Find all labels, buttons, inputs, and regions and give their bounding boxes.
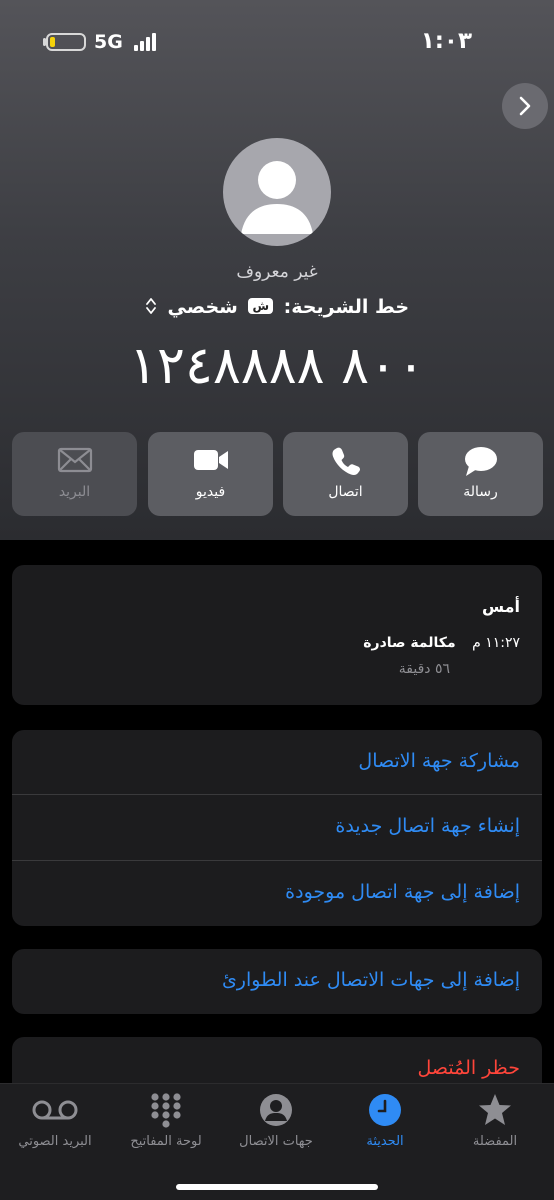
- tab-voicemail[interactable]: البريد الصوتي: [0, 1084, 110, 1164]
- message-button[interactable]: رسالة: [418, 432, 543, 516]
- recent-call-time: ١١:٢٧ م: [472, 635, 520, 651]
- message-label: رسالة: [463, 484, 498, 500]
- share-contact-item[interactable]: مشاركة جهة الاتصال: [12, 730, 542, 795]
- create-new-contact-label: إنشاء جهة اتصال جديدة: [335, 815, 520, 837]
- mail-label: البريد: [58, 484, 91, 500]
- emergency-contacts-card: إضافة إلى جهات الاتصال عند الطوارئ: [12, 949, 542, 1014]
- status-time: ١:٠٣: [420, 28, 472, 54]
- battery-icon: [46, 33, 86, 51]
- recent-call-duration: ٥٦ دقيقة: [398, 661, 450, 677]
- recent-call-line: ١١:٢٧ م مكالمة صادرة: [363, 635, 520, 651]
- tab-contacts-label: جهات الاتصال: [239, 1134, 313, 1149]
- tab-voicemail-label: البريد الصوتي: [18, 1134, 92, 1149]
- keypad-icon: [111, 1092, 221, 1128]
- person-circle-icon: [221, 1092, 331, 1128]
- add-to-existing-contact-item[interactable]: إضافة إلى جهة اتصال موجودة: [12, 861, 542, 926]
- contact-header: ١:٠٣ 5G غير معروف خط الشريحة: ش شخصي ٨٠٠…: [0, 0, 554, 540]
- home-indicator: [176, 1184, 378, 1190]
- battery-level: [50, 37, 55, 47]
- chevron-right-icon: [519, 96, 531, 116]
- chevron-up-down-icon: [145, 296, 157, 321]
- recent-calls-card: أمس ١١:٢٧ م مكالمة صادرة ٥٦ دقيقة: [12, 565, 542, 705]
- share-contact-label: مشاركة جهة الاتصال: [358, 750, 520, 772]
- voicemail-icon: [0, 1092, 110, 1128]
- status-bar: ١:٠٣ 5G: [0, 0, 554, 80]
- add-to-emergency-contacts-item[interactable]: إضافة إلى جهات الاتصال عند الطوارئ: [12, 949, 542, 1014]
- block-caller-label: حظر المُتصل: [417, 1057, 520, 1079]
- clock-icon: [330, 1092, 440, 1128]
- create-new-contact-item[interactable]: إنشاء جهة اتصال جديدة: [12, 795, 542, 860]
- sim-selector[interactable]: خط الشريحة: ش شخصي: [0, 296, 554, 321]
- recent-call-type: مكالمة صادرة: [363, 635, 456, 651]
- recent-day: أمس: [481, 597, 520, 616]
- tab-contacts[interactable]: جهات الاتصال: [221, 1084, 331, 1164]
- add-to-emergency-contacts-label: إضافة إلى جهات الاتصال عند الطوارئ: [221, 969, 520, 991]
- signal-strength-icon: [134, 33, 160, 51]
- forward-chevron-button[interactable]: [502, 83, 548, 129]
- video-camera-icon: [148, 446, 273, 480]
- message-bubble-icon: [418, 446, 543, 480]
- contact-avatar: [223, 138, 331, 246]
- person-silhouette-icon: [241, 161, 313, 234]
- star-icon: [440, 1092, 550, 1128]
- tab-favorites-label: المفضلة: [472, 1134, 518, 1149]
- tab-keypad[interactable]: لوحة المفاتيح: [111, 1084, 221, 1164]
- tab-keypad-label: لوحة المفاتيح: [130, 1134, 202, 1149]
- tab-bar: المفضلة الحديثة جهات الاتصال لوحة المفات…: [0, 1083, 554, 1200]
- phone-icon: [283, 446, 408, 480]
- battery-nub: [43, 38, 46, 46]
- tab-favorites[interactable]: المفضلة: [440, 1084, 550, 1164]
- call-label: اتصال: [328, 484, 363, 500]
- video-button[interactable]: فيديو: [148, 432, 273, 516]
- phone-number: ٨٠٠ ١٢٤٨٨٨٨: [129, 336, 425, 396]
- mail-envelope-icon: [12, 446, 137, 480]
- sim-label: خط الشريحة:: [283, 296, 410, 318]
- call-button[interactable]: اتصال: [283, 432, 408, 516]
- tab-recents[interactable]: الحديثة: [330, 1084, 440, 1164]
- contact-options-card: مشاركة جهة الاتصال إنشاء جهة اتصال جديدة…: [12, 730, 542, 926]
- sim-badge: ش: [248, 298, 274, 314]
- contact-name: غير معروف: [236, 262, 318, 282]
- network-type: 5G: [94, 31, 123, 53]
- add-to-existing-contact-label: إضافة إلى جهة اتصال موجودة: [285, 881, 520, 903]
- tab-recents-label: الحديثة: [366, 1134, 404, 1149]
- sim-value: شخصي: [167, 296, 238, 318]
- video-label: فيديو: [195, 484, 226, 500]
- mail-button[interactable]: البريد: [12, 432, 137, 516]
